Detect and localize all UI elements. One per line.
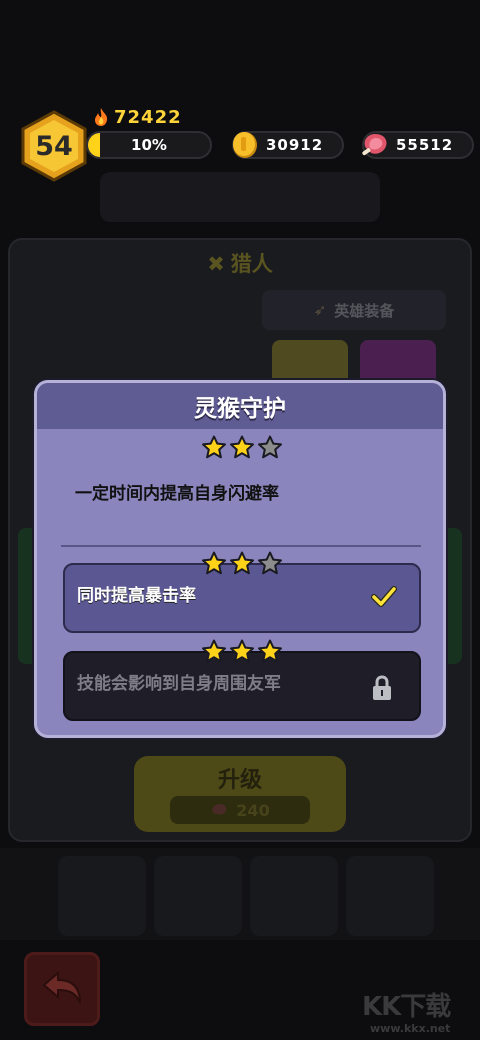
bow-icon: ➶ — [313, 301, 327, 319]
flame-icon — [95, 108, 108, 126]
level-number: 54 — [35, 130, 73, 162]
back-arrow-icon — [42, 971, 81, 1004]
divider — [61, 545, 421, 547]
star-filled-icon — [202, 435, 226, 459]
meat-value: 55512 — [396, 136, 454, 154]
meat-counter[interactable]: 55512 — [362, 131, 474, 159]
hero-equip-label: 英雄装备 — [334, 301, 395, 320]
hero-card[interactable] — [250, 856, 338, 936]
check-icon — [371, 586, 397, 607]
hero-class-label: 猎人 — [230, 252, 273, 276]
star-filled-icon — [202, 551, 226, 575]
power-value: 72422 — [114, 106, 182, 128]
gold-value: 30912 — [266, 136, 324, 154]
meat-icon — [212, 804, 227, 815]
star-empty-icon — [258, 435, 282, 459]
coin-icon — [233, 132, 257, 158]
star-empty-icon — [258, 551, 282, 575]
background-tab — [100, 172, 380, 222]
option-text: 同时提高暴击率 — [77, 586, 196, 606]
star-filled-icon — [230, 639, 254, 663]
option-text: 技能会影响到自身周围友军 — [77, 674, 281, 694]
watermark-brand: KK下载 — [362, 992, 451, 1022]
star-filled-icon — [230, 551, 254, 575]
hero-card[interactable] — [58, 856, 146, 936]
upgrade-cost: 240 — [170, 796, 310, 824]
top-hud: 54 72422 10% 30912 55512 — [0, 0, 480, 190]
level-badge[interactable]: 54 — [20, 110, 88, 182]
power-display: 72422 — [92, 106, 182, 128]
crossed-bones-icon: ✖ — [207, 252, 225, 276]
skill-detail-modal: 灵猴守护 一定时间内提高自身闪避率 同时提高暴击率 技能会影响到自身周围友军 — [34, 380, 446, 738]
skill-description: 一定时间内提高自身闪避率 — [75, 484, 279, 504]
skill-star-rating — [201, 435, 283, 460]
option-star-rating — [201, 551, 283, 576]
hero-class-title: ✖ 猎人 — [0, 248, 480, 278]
xp-progress-bar: 10% — [86, 131, 212, 159]
upgrade-label: 升级 — [217, 768, 262, 793]
modal-title: 灵猴守护 — [37, 383, 443, 429]
option-star-rating — [201, 639, 283, 664]
gold-counter[interactable]: 30912 — [232, 131, 344, 159]
upgrade-cost-value: 240 — [236, 800, 270, 820]
meat-icon — [362, 134, 387, 156]
star-filled-icon — [258, 639, 282, 663]
xp-percent-label: 10% — [131, 136, 167, 154]
watermark-url: www.kkx.net — [370, 1022, 451, 1035]
star-filled-icon — [230, 435, 254, 459]
hero-card[interactable] — [154, 856, 242, 936]
hero-equip-tab[interactable]: ➶ 英雄装备 — [262, 290, 446, 330]
hero-card[interactable] — [346, 856, 434, 936]
back-button[interactable] — [24, 952, 100, 1026]
star-filled-icon — [202, 639, 226, 663]
lock-icon — [373, 675, 391, 700]
